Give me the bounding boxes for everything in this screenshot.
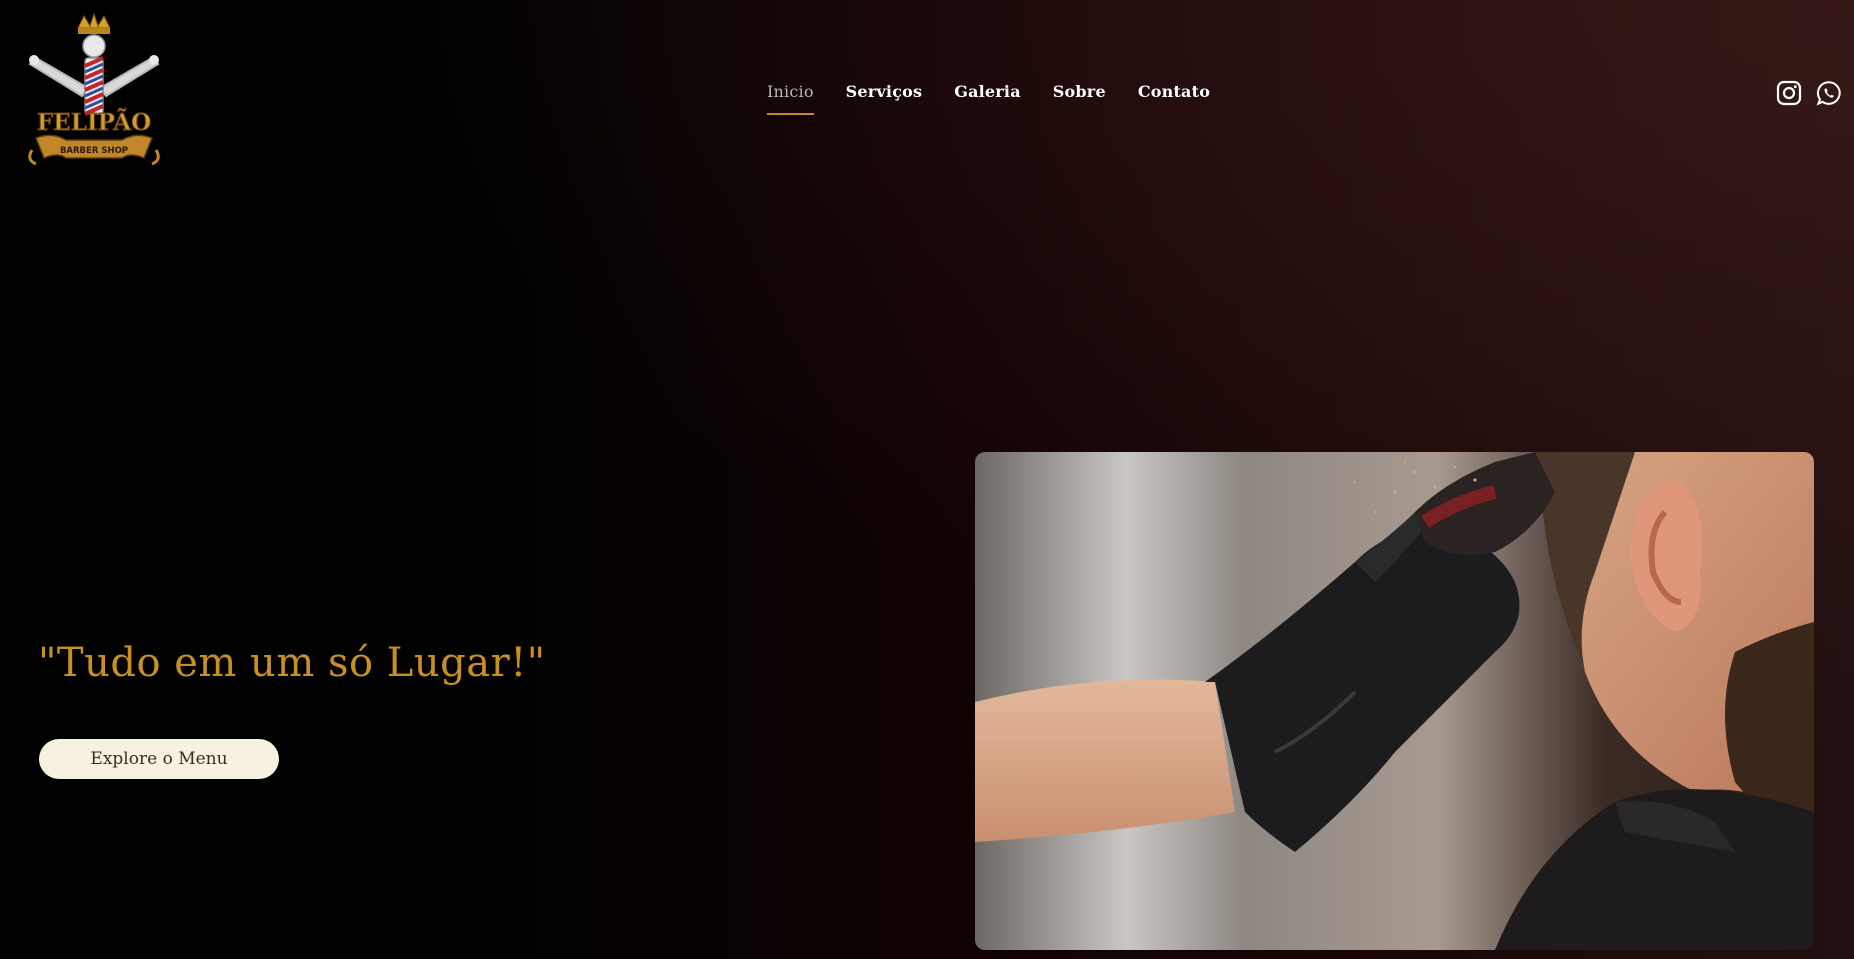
hero-tagline: "Tudo em um só Lugar!" — [38, 640, 546, 686]
main-nav: Inicio Serviços Galeria Sobre Contato — [767, 82, 1210, 115]
hero-image — [975, 452, 1814, 950]
nav-item-sobre[interactable]: Sobre — [1053, 82, 1106, 115]
nav-item-galeria[interactable]: Galeria — [954, 82, 1021, 115]
svg-text:FELIPÃO: FELIPÃO — [37, 109, 151, 136]
instagram-icon[interactable] — [1776, 80, 1802, 106]
brand-logo[interactable]: FELIPÃO BARBER SHOP — [22, 12, 166, 178]
barber-cutting-hair-photo-icon — [975, 452, 1814, 950]
explore-menu-button[interactable]: Explore o Menu — [39, 739, 279, 779]
nav-item-servicos[interactable]: Serviços — [846, 82, 923, 115]
whatsapp-icon[interactable] — [1816, 80, 1842, 106]
social-links — [1776, 80, 1842, 106]
nav-item-inicio[interactable]: Inicio — [767, 82, 814, 115]
svg-text:BARBER SHOP: BARBER SHOP — [60, 146, 128, 156]
barber-shop-logo-icon: FELIPÃO BARBER SHOP — [28, 12, 160, 166]
nav-item-contato[interactable]: Contato — [1138, 82, 1210, 115]
